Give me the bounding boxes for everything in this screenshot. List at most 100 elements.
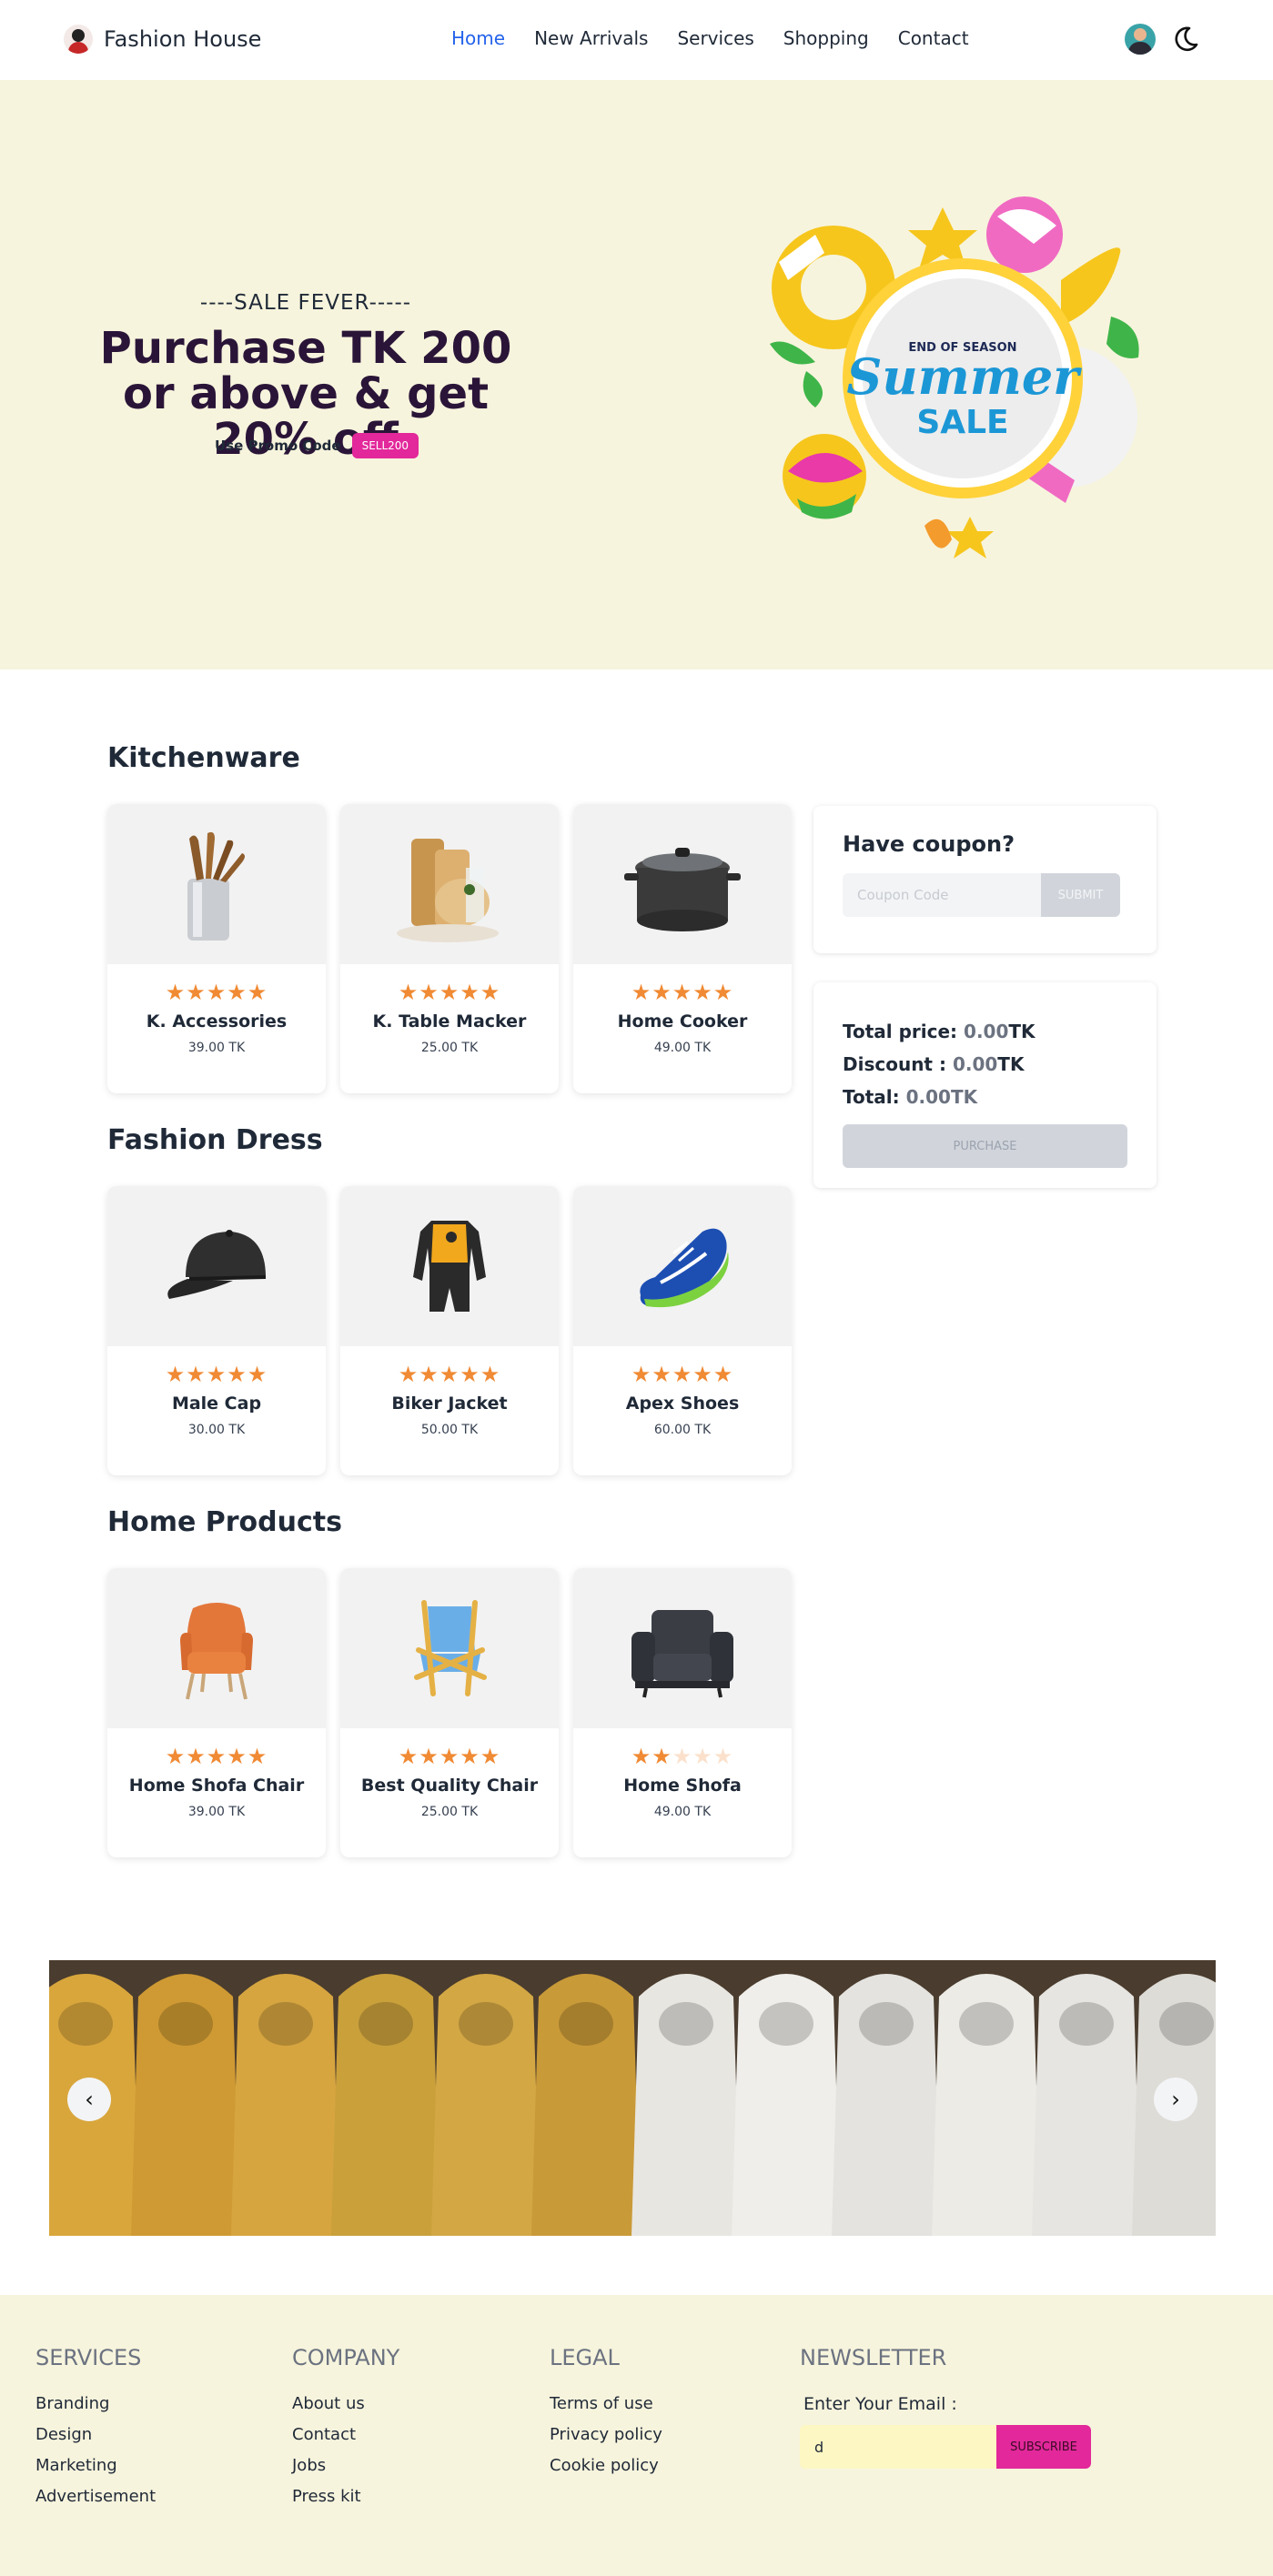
star-icon: ★	[439, 1362, 460, 1387]
star-icon: ★	[480, 1362, 501, 1387]
hero-banner: ----SALE FEVER----- Purchase TK 200 or a…	[0, 80, 1273, 669]
footer-link-marketing[interactable]: Marketing	[35, 2456, 156, 2476]
discount-row: Discount : 0.00TK	[843, 1053, 1024, 1075]
star-icon: ★	[672, 1744, 693, 1769]
rating-stars: ★★★★★	[340, 1363, 559, 1386]
star-icon: ★	[672, 980, 693, 1005]
nav-link-contact[interactable]: Contact	[898, 27, 969, 49]
star-icon: ★	[480, 1744, 501, 1769]
nav-link-new-arrivals[interactable]: New Arrivals	[534, 27, 648, 49]
product-image	[107, 1186, 326, 1346]
promo-label: Use Promo Code	[215, 438, 341, 454]
moon-icon[interactable]	[1170, 24, 1201, 55]
footer-link-terms[interactable]: Terms of use	[550, 2394, 662, 2414]
product-card[interactable]: ★★★★★ Apex Shoes 60.00 TK	[573, 1186, 792, 1475]
star-icon: ★	[652, 1362, 672, 1387]
footer-link-design[interactable]: Design	[35, 2425, 156, 2445]
section-title-home-products: Home Products	[107, 1506, 342, 1538]
newsletter-email-input[interactable]	[800, 2425, 996, 2469]
star-icon: ★	[439, 1744, 460, 1769]
product-name: Home Shofa Chair	[128, 1776, 305, 1796]
product-price: 60.00 TK	[653, 1423, 712, 1437]
star-icon: ★	[460, 980, 480, 1005]
product-image	[107, 804, 326, 964]
product-image	[107, 1568, 326, 1728]
product-price: 50.00 TK	[420, 1423, 479, 1437]
purchase-button[interactable]: PURCHASE	[843, 1124, 1127, 1168]
star-icon: ★	[419, 1362, 439, 1387]
promo-code-badge[interactable]: SELL200	[351, 433, 419, 458]
grand-total-row: Total: 0.00TK	[843, 1086, 977, 1108]
sale-line3: SALE	[916, 404, 1008, 441]
star-icon: ★	[247, 980, 268, 1005]
footer-link-about[interactable]: About us	[292, 2394, 399, 2414]
product-name: Apex Shoes	[625, 1394, 740, 1414]
coupon-input[interactable]	[843, 873, 1041, 917]
star-icon: ★	[712, 1362, 734, 1387]
product-card[interactable]: ★★★★★ K. Table Macker 25.00 TK	[340, 804, 559, 1093]
star-icon: ★	[227, 980, 248, 1005]
coupon-panel: Have coupon? SUBMIT	[813, 806, 1157, 953]
product-image	[573, 1568, 792, 1728]
footer-link-press-kit[interactable]: Press kit	[292, 2487, 399, 2507]
jacket-icon	[413, 1221, 486, 1312]
product-card[interactable]: ★★★★★ K. Accessories 39.00 TK	[107, 804, 326, 1093]
nav-link-shopping[interactable]: Shopping	[783, 27, 869, 49]
footer-link-advertisement[interactable]: Advertisement	[35, 2487, 156, 2507]
user-avatar[interactable]	[1125, 24, 1156, 55]
sale-line2: Summer	[846, 347, 1082, 406]
shoe-icon	[640, 1228, 729, 1308]
star-icon: ★	[439, 980, 460, 1005]
product-image	[340, 1568, 559, 1728]
cooking-pot-icon	[624, 848, 741, 931]
footer-link-privacy[interactable]: Privacy policy	[550, 2425, 662, 2445]
product-card[interactable]: ★★★★★ Biker Jacket 50.00 TK	[340, 1186, 559, 1475]
nav-link-home[interactable]: Home	[451, 27, 505, 49]
total-price-currency: TK	[1008, 1021, 1036, 1042]
subscribe-button[interactable]: SUBSCRIBE	[996, 2425, 1091, 2469]
footer-link-contact[interactable]: Contact	[292, 2425, 399, 2445]
summer-sale-illustration: END OF SEASON Summer SALE	[770, 196, 1139, 558]
discount-value: 0.00	[952, 1053, 998, 1075]
star-icon: ★	[460, 1362, 480, 1387]
product-price: 49.00 TK	[653, 1805, 712, 1819]
star-icon: ★	[165, 1362, 187, 1387]
shoe-opening	[1059, 2002, 1114, 2046]
footer-link-jobs[interactable]: Jobs	[292, 2456, 399, 2476]
star-icon: ★	[398, 980, 419, 1005]
footer-link-branding[interactable]: Branding	[35, 2394, 156, 2414]
shoe-opening	[359, 2002, 413, 2046]
product-price: 39.00 TK	[187, 1041, 246, 1055]
shoe-carousel[interactable]	[49, 1960, 1216, 2236]
brand[interactable]: Fashion House	[64, 25, 261, 54]
product-card[interactable]: ★★★★★ Best Quality Chair 25.00 TK	[340, 1568, 559, 1857]
coupon-submit-button[interactable]: SUBMIT	[1041, 873, 1120, 917]
carousel-slide-image	[49, 1960, 1216, 2236]
carousel-prev-button[interactable]: ‹	[67, 2078, 111, 2121]
nav-links: Home New Arrivals Services Shopping Cont…	[451, 27, 969, 49]
utensils-icon	[187, 831, 245, 941]
product-card[interactable]: ★★★★★ Home Shofa Chair 39.00 TK	[107, 1568, 326, 1857]
top-navbar: Fashion House Home New Arrivals Services…	[0, 0, 1273, 80]
product-card[interactable]: ★★★★★ Home Shofa 49.00 TK	[573, 1568, 792, 1857]
star-icon: ★	[712, 980, 734, 1005]
product-name: K. Accessories	[146, 1011, 288, 1031]
newsletter-form: SUBSCRIBE	[800, 2425, 1091, 2469]
product-image	[573, 1186, 792, 1346]
carousel-next-button[interactable]: ›	[1154, 2078, 1197, 2121]
product-card[interactable]: ★★★★★ Home Cooker 49.00 TK	[573, 804, 792, 1093]
product-name: Home Shofa	[623, 1776, 742, 1796]
coupon-title: Have coupon?	[843, 831, 1015, 857]
footer-company-title: COMPANY	[292, 2345, 400, 2370]
product-card[interactable]: ★★★★★ Male Cap 30.00 TK	[107, 1186, 326, 1475]
star-icon: ★	[186, 980, 207, 1005]
star-icon: ★	[247, 1744, 268, 1769]
star-icon: ★	[419, 980, 439, 1005]
nav-link-services[interactable]: Services	[677, 27, 753, 49]
footer-newsletter: NEWSLETTER Enter Your Email : SUBSCRIBE	[800, 2345, 1091, 2469]
armchair-icon	[180, 1603, 253, 1700]
rating-stars: ★★★★★	[107, 1363, 326, 1386]
total-price-row: Total price: 0.00TK	[843, 1021, 1036, 1042]
star-icon: ★	[692, 1744, 713, 1769]
footer-link-cookie[interactable]: Cookie policy	[550, 2456, 662, 2476]
